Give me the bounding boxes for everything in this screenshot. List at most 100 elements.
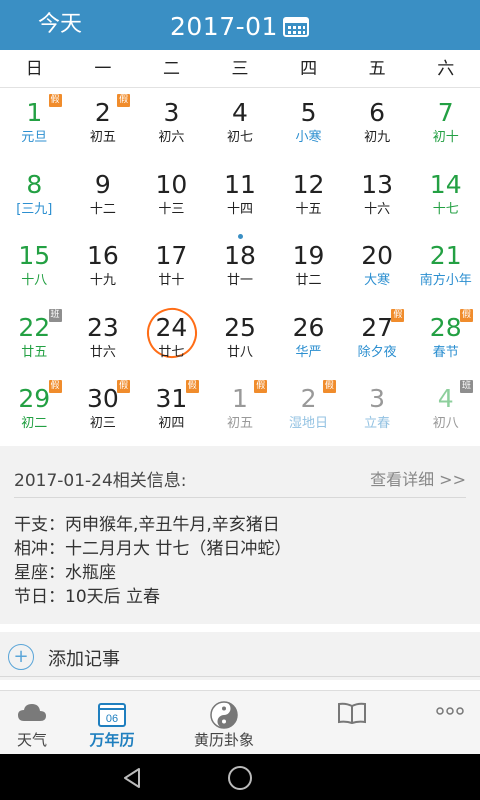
book-icon <box>338 702 366 725</box>
day-number: 9 <box>94 169 111 199</box>
day-cell[interactable]: 16 十九 <box>69 231 138 302</box>
yinyang-icon <box>210 701 238 729</box>
day-number: 26 <box>292 312 325 342</box>
bottom-tab-bar: 天气 06 万年历 黄历卦象 <box>0 690 480 754</box>
day-cell[interactable]: 1 初五假 <box>206 374 275 445</box>
day-number: 4 <box>232 98 248 127</box>
weekday-label: 五 <box>368 59 386 79</box>
workday-badge: 班 <box>459 380 473 393</box>
day-cell[interactable]: 15 十八 <box>0 231 69 302</box>
tab-label: 万年历 <box>89 731 135 749</box>
holiday-badge: 假 <box>391 308 405 322</box>
day-cell[interactable]: 9 十二 <box>69 160 138 231</box>
day-number: 6 <box>369 98 386 127</box>
lunar-label: 华严 <box>295 344 322 360</box>
day-cell[interactable]: 19 廿二 <box>274 231 343 302</box>
day-cell[interactable]: 11 十四 <box>206 160 275 231</box>
day-cell[interactable]: 8 [三九] <box>0 160 69 231</box>
tab-book[interactable] <box>322 691 382 755</box>
day-number: 19 <box>292 241 325 270</box>
day-cell[interactable]: 18 廿一 <box>206 231 275 302</box>
info-constellation: 星座：水瓶座 <box>14 563 116 583</box>
back-icon[interactable] <box>120 766 144 790</box>
home-icon[interactable] <box>227 765 253 791</box>
day-cell[interactable]: 29 初二假 <box>0 374 69 445</box>
day-cell[interactable]: 25 廿八 <box>206 303 275 374</box>
day-cell[interactable]: 17 廿十 <box>137 231 206 302</box>
plus-circle-icon[interactable]: + <box>8 644 34 670</box>
info-chong: 相冲：十二月月大 廿七（猪日冲蛇） <box>14 539 292 559</box>
divider <box>0 676 480 677</box>
tab-almanac[interactable]: 黄历卦象 <box>184 691 264 755</box>
day-cell[interactable]: 4 初八班 <box>411 374 480 445</box>
info-title: 2017-01-24相关信息: <box>14 471 187 491</box>
day-cell[interactable]: 28 春节假 <box>411 303 480 374</box>
day-number: 8 <box>26 169 43 199</box>
holiday-badge: 假 <box>117 94 131 107</box>
day-cell[interactable]: 23 廿六 <box>69 303 138 374</box>
workday-badge: 班 <box>48 308 62 322</box>
day-cell[interactable]: 26 华严 <box>274 303 343 374</box>
day-number: 23 <box>86 312 119 342</box>
day-cell[interactable]: 14 十七 <box>411 160 480 231</box>
lunar-label: 廿二 <box>295 273 322 288</box>
tab-weather[interactable]: 天气 <box>0 691 64 755</box>
day-cell[interactable]: 3 立春 <box>343 374 412 445</box>
add-event-row[interactable]: + 添加记事 <box>0 624 480 680</box>
lunar-label: 初八 <box>432 416 459 431</box>
weekday-label: 三 <box>231 59 249 79</box>
day-cell[interactable]: 7 初十 <box>411 88 480 159</box>
day-cell[interactable]: 2 初五假 <box>69 88 138 159</box>
day-number: 24 <box>155 312 188 342</box>
day-cell[interactable]: 12 十五 <box>274 160 343 231</box>
add-event-label[interactable]: 添加记事 <box>48 645 120 671</box>
view-details-link[interactable]: 查看详细 >> <box>370 466 466 490</box>
lunar-label: 元旦 <box>21 130 48 145</box>
day-cell[interactable]: 4 初七 <box>206 88 275 159</box>
system-nav-bar <box>0 754 480 800</box>
day-cell[interactable]: 30 初三假 <box>69 374 138 445</box>
day-number: 17 <box>155 241 188 270</box>
lunar-label: 湿地日 <box>289 416 329 431</box>
tab-more[interactable] <box>420 691 480 755</box>
lunar-label: 十八 <box>21 273 48 288</box>
lunar-label: [三九] <box>16 201 53 217</box>
day-cell[interactable]: 20 大寒 <box>343 231 412 302</box>
info-festival: 节日：10天后 立春 <box>14 587 161 607</box>
day-number: 15 <box>18 241 51 270</box>
lunar-label: 廿八 <box>226 344 253 360</box>
month-title[interactable]: 2017-01 <box>170 0 278 50</box>
lunar-label: 初二 <box>21 416 48 431</box>
lunar-label: 初五 <box>226 416 253 431</box>
holiday-badge: 假 <box>185 380 199 393</box>
day-cell[interactable]: 22 廿五班 <box>0 303 69 374</box>
day-cell[interactable]: 24 廿七 <box>137 300 206 374</box>
day-cell[interactable]: 6 初九 <box>343 88 412 159</box>
info-ganzhi: 干支：丙申猴年,辛丑牛月,辛亥猪日 <box>14 515 280 535</box>
day-cell[interactable]: 3 初六 <box>137 88 206 159</box>
day-cell[interactable]: 31 初四假 <box>137 374 206 445</box>
day-cell[interactable]: 21 南方小年 <box>411 231 480 302</box>
day-cell[interactable]: 1 元旦假 <box>0 88 69 159</box>
day-number: 13 <box>361 169 394 199</box>
today-button[interactable]: 今天 <box>20 0 100 50</box>
lunar-label: 初十 <box>432 130 459 145</box>
day-cell[interactable]: 5 小寒 <box>274 88 343 159</box>
weekday-header: 日 一 二 三 四 五 六 <box>0 50 480 88</box>
day-cell[interactable]: 10 十三 <box>137 160 206 231</box>
calendar-picker-icon[interactable] <box>283 15 309 37</box>
day-number: 5 <box>300 98 317 127</box>
day-number: 3 <box>369 384 386 413</box>
lunar-label: 廿五 <box>21 344 48 360</box>
day-cell[interactable]: 13 十六 <box>343 160 412 231</box>
weekday-label: 六 <box>437 59 455 79</box>
lunar-label: 廿十 <box>158 273 185 288</box>
more-icon <box>436 707 464 715</box>
lunar-label: 大寒 <box>364 273 391 288</box>
day-number: 18 <box>224 241 256 270</box>
lunar-label: 十九 <box>89 273 116 288</box>
tab-calendar[interactable]: 06 万年历 <box>82 691 142 755</box>
holiday-badge: 假 <box>459 308 473 322</box>
day-cell[interactable]: 27 除夕夜假 <box>343 303 412 374</box>
day-cell[interactable]: 2 湿地日假 <box>274 374 343 445</box>
